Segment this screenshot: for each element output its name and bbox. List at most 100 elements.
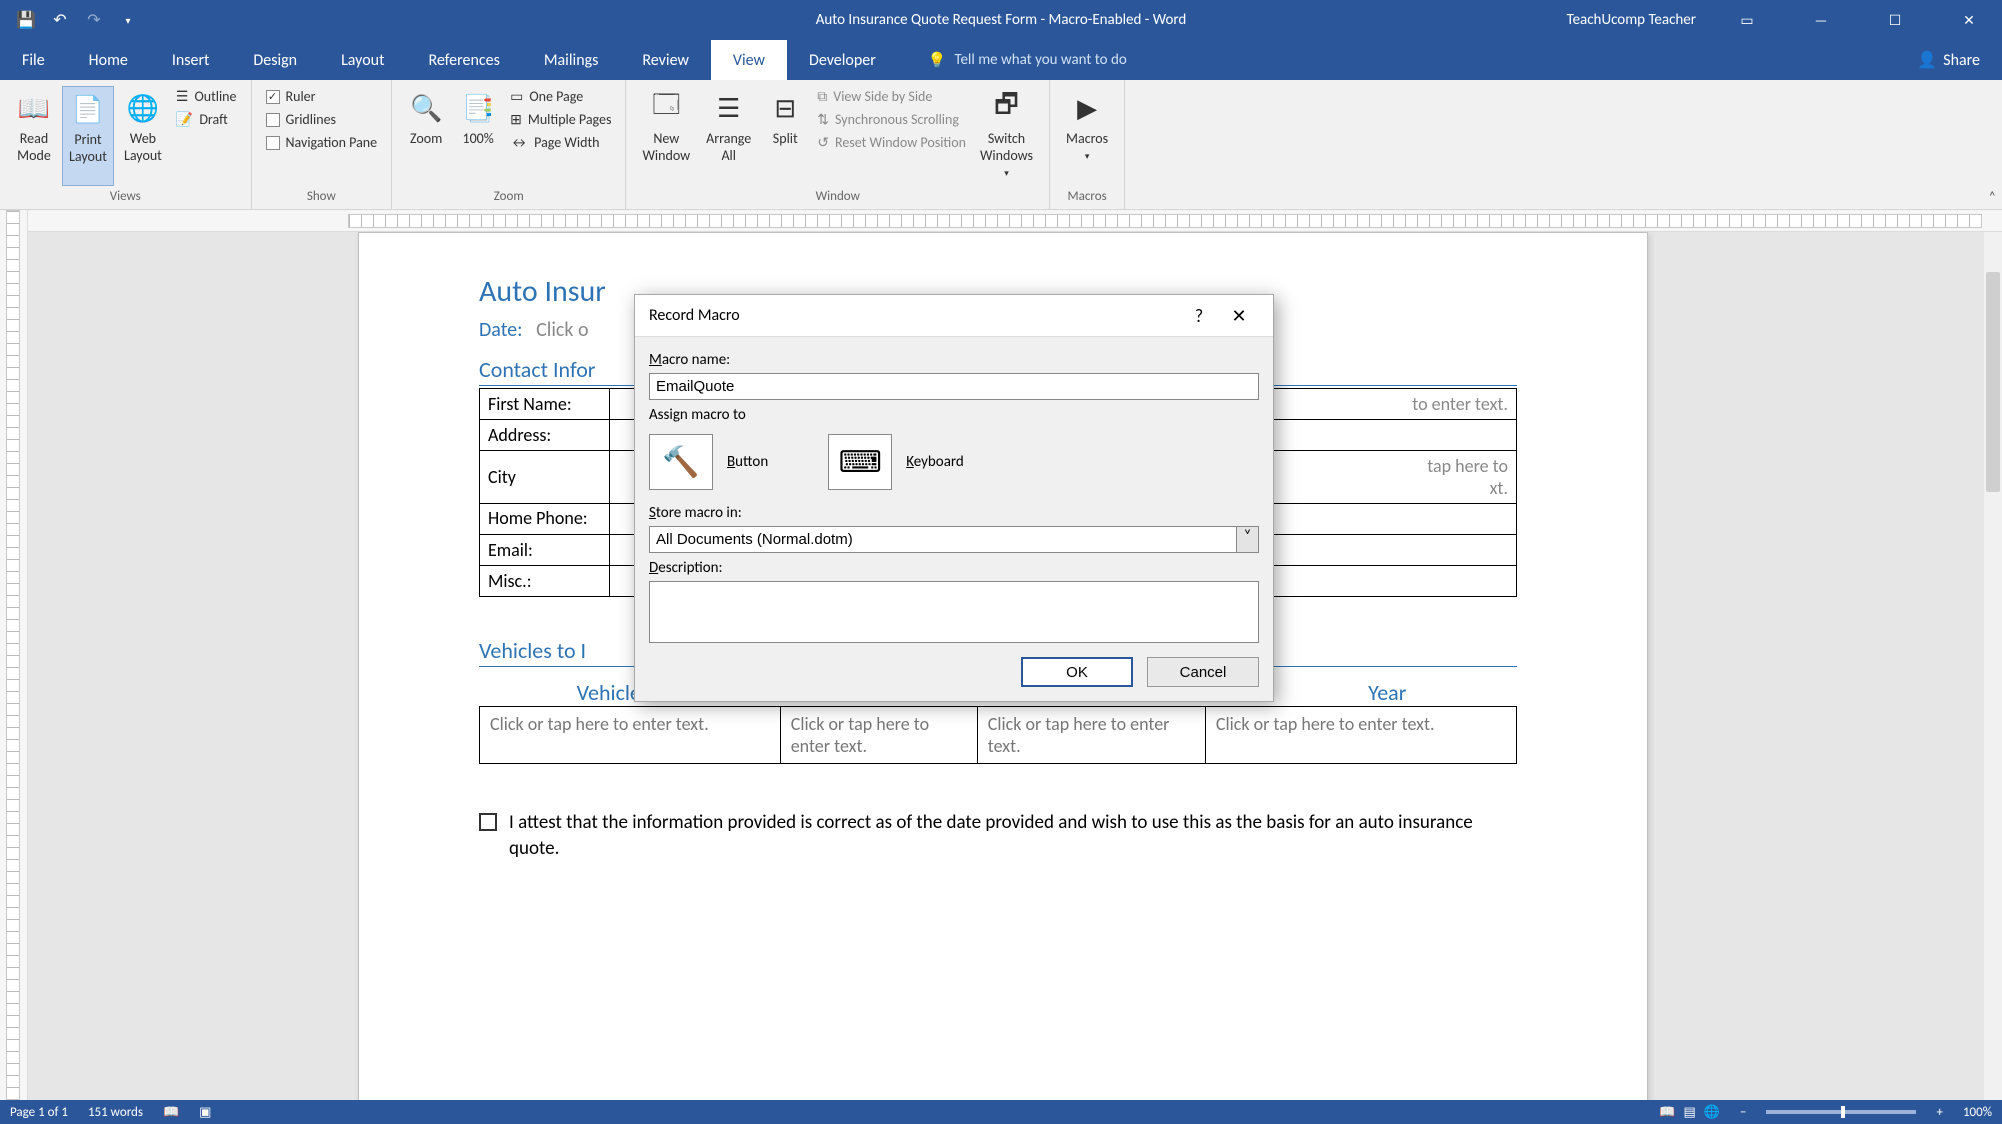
ruler-vertical[interactable] <box>0 210 28 1100</box>
tab-view[interactable]: View <box>711 40 787 80</box>
zoom-100-button[interactable]: 📑100% <box>454 86 502 186</box>
tab-layout[interactable]: Layout <box>319 40 406 80</box>
new-window-button[interactable]: 🗔New Window <box>636 86 696 186</box>
table-row: Click or tap here to enter text. Click o… <box>480 706 1517 763</box>
one-page-button[interactable]: ▭One Page <box>506 86 615 107</box>
group-zoom-label: Zoom <box>402 186 615 207</box>
tab-review[interactable]: Review <box>620 40 711 80</box>
multi-page-label: Multiple Pages <box>528 111 612 128</box>
zoom-slider[interactable] <box>1766 1110 1916 1114</box>
share-label: Share <box>1943 51 1980 70</box>
description-label: Description: <box>649 559 1259 577</box>
sync-scroll-button[interactable]: ⇅ Synchronous Scrolling <box>813 109 970 130</box>
minimize-icon[interactable]: — <box>1798 0 1844 40</box>
macro-record-icon[interactable]: ▣ <box>199 1105 211 1120</box>
web-layout-view-icon[interactable]: 🌐 <box>1704 1105 1720 1120</box>
reset-window-button[interactable]: ↺Reset Window Position <box>813 132 970 153</box>
switch-icon: 🗗 <box>989 90 1025 126</box>
hundred-label: 100% <box>462 130 493 147</box>
ok-button[interactable]: OK <box>1021 657 1133 687</box>
tab-home[interactable]: Home <box>67 40 150 80</box>
assign-macro-label: Assign macro to <box>649 406 1259 424</box>
cell-placeholder[interactable]: Click or tap here to enter text. <box>977 706 1205 763</box>
macros-label: Macros <box>1066 130 1108 147</box>
draft-button[interactable]: 📝Draft <box>172 109 241 130</box>
assign-button-option[interactable]: 🔨 Button <box>649 434 768 490</box>
nav-label: Navigation Pane <box>286 134 378 151</box>
page-width-button[interactable]: ↔Page Width <box>506 132 615 153</box>
description-textarea[interactable] <box>649 581 1259 643</box>
zoom-out-icon[interactable]: − <box>1740 1105 1746 1120</box>
side-by-side-button[interactable]: ⧉View Side by Side <box>813 86 970 107</box>
read-mode-button[interactable]: 📖 Read Mode <box>10 86 58 186</box>
tab-design[interactable]: Design <box>231 40 319 80</box>
maximize-icon[interactable]: ☐ <box>1872 0 1918 40</box>
ruler-horizontal[interactable] <box>28 210 2002 232</box>
scroll-thumb[interactable] <box>1986 272 2000 492</box>
sync-icon: ⇅ <box>817 111 829 128</box>
multi-page-button[interactable]: ⊞Multiple Pages <box>506 109 615 130</box>
collapse-ribbon-icon[interactable]: ˄ <box>1988 188 1996 205</box>
split-button[interactable]: ⊟Split <box>761 86 809 186</box>
share-button[interactable]: 👤 Share <box>1895 40 2002 80</box>
assign-keyboard-option[interactable]: ⌨ Keyboard <box>828 434 964 490</box>
spellcheck-icon[interactable]: 📖 <box>163 1105 179 1120</box>
checkbox-icon <box>266 113 280 127</box>
gridlines-checkbox[interactable]: Gridlines <box>262 109 382 130</box>
print-layout-view-icon[interactable]: ▤ <box>1683 1105 1695 1120</box>
attest-text: I attest that the information provided i… <box>509 810 1517 863</box>
cancel-button[interactable]: Cancel <box>1147 657 1259 687</box>
zoom-level[interactable]: 100% <box>1963 1105 1992 1120</box>
undo-icon[interactable]: ↶ <box>50 10 70 30</box>
tell-me-label: Tell me what you want to do <box>954 51 1126 69</box>
read-mode-icon: 📖 <box>16 90 52 126</box>
outline-button[interactable]: ☰Outline <box>172 86 241 107</box>
qat-customize-icon[interactable]: ▾ <box>118 10 138 30</box>
page-count[interactable]: Page 1 of 1 <box>10 1105 68 1120</box>
lightbulb-icon: 💡 <box>928 51 947 70</box>
close-icon[interactable]: ✕ <box>1946 0 1992 40</box>
cell-placeholder[interactable]: Click or tap here to enter text. <box>480 706 781 763</box>
chevron-down-icon[interactable]: ˅ <box>1237 526 1259 553</box>
ruler-checkbox[interactable]: ✓Ruler <box>262 86 382 107</box>
dialog-help-icon[interactable]: ? <box>1179 305 1219 327</box>
date-placeholder[interactable]: Click o <box>536 318 588 342</box>
tab-insert[interactable]: Insert <box>150 40 232 80</box>
scrollbar-vertical[interactable] <box>1984 232 2002 1100</box>
cell-placeholder[interactable]: Click or tap here to enter text. <box>780 706 977 763</box>
draft-label: Draft <box>199 111 227 128</box>
switch-windows-button[interactable]: 🗗Switch Windows▾ <box>974 86 1039 186</box>
dialog-close-icon[interactable]: ✕ <box>1219 305 1259 327</box>
macro-name-input[interactable] <box>649 373 1259 400</box>
store-macro-select[interactable] <box>649 526 1237 553</box>
attest-checkbox[interactable] <box>479 813 497 831</box>
reset-label: Reset Window Position <box>835 134 966 151</box>
nav-pane-checkbox[interactable]: Navigation Pane <box>262 132 382 153</box>
tab-developer[interactable]: Developer <box>787 40 898 80</box>
zoom-button[interactable]: 🔍Zoom <box>402 86 450 186</box>
cell-email: Email: <box>480 534 610 565</box>
sync-label: Synchronous Scrolling <box>835 111 959 128</box>
cell-placeholder[interactable]: Click or tap here to enter text. <box>1205 706 1516 763</box>
tab-mailings[interactable]: Mailings <box>522 40 621 80</box>
read-mode-view-icon[interactable]: 📖 <box>1659 1105 1675 1120</box>
read-mode-label: Read Mode <box>17 130 51 164</box>
cell-address: Address: <box>480 420 610 451</box>
macros-icon: ▶ <box>1069 90 1105 126</box>
tell-me-search[interactable]: 💡 Tell me what you want to do <box>898 40 1127 80</box>
checkbox-icon <box>266 136 280 150</box>
tab-file[interactable]: File <box>0 40 67 80</box>
save-icon[interactable]: 💾 <box>16 10 36 30</box>
arrange-all-button[interactable]: ☰Arrange All <box>700 86 757 186</box>
macros-button[interactable]: ▶Macros▾ <box>1060 86 1114 186</box>
tab-references[interactable]: References <box>406 40 521 80</box>
ribbon-options-icon[interactable]: ▭ <box>1724 0 1770 40</box>
dialog-titlebar: Record Macro ? ✕ <box>635 295 1273 337</box>
print-layout-button[interactable]: 📄Print Layout <box>62 86 114 186</box>
vehicle-table: Click or tap here to enter text. Click o… <box>479 706 1517 764</box>
word-count[interactable]: 151 words <box>88 1105 143 1120</box>
zoom-in-icon[interactable]: + <box>1936 1105 1942 1120</box>
zoom-label: Zoom <box>410 130 442 147</box>
web-layout-button[interactable]: 🌐Web Layout <box>118 86 168 186</box>
redo-icon[interactable]: ↷ <box>84 10 104 30</box>
